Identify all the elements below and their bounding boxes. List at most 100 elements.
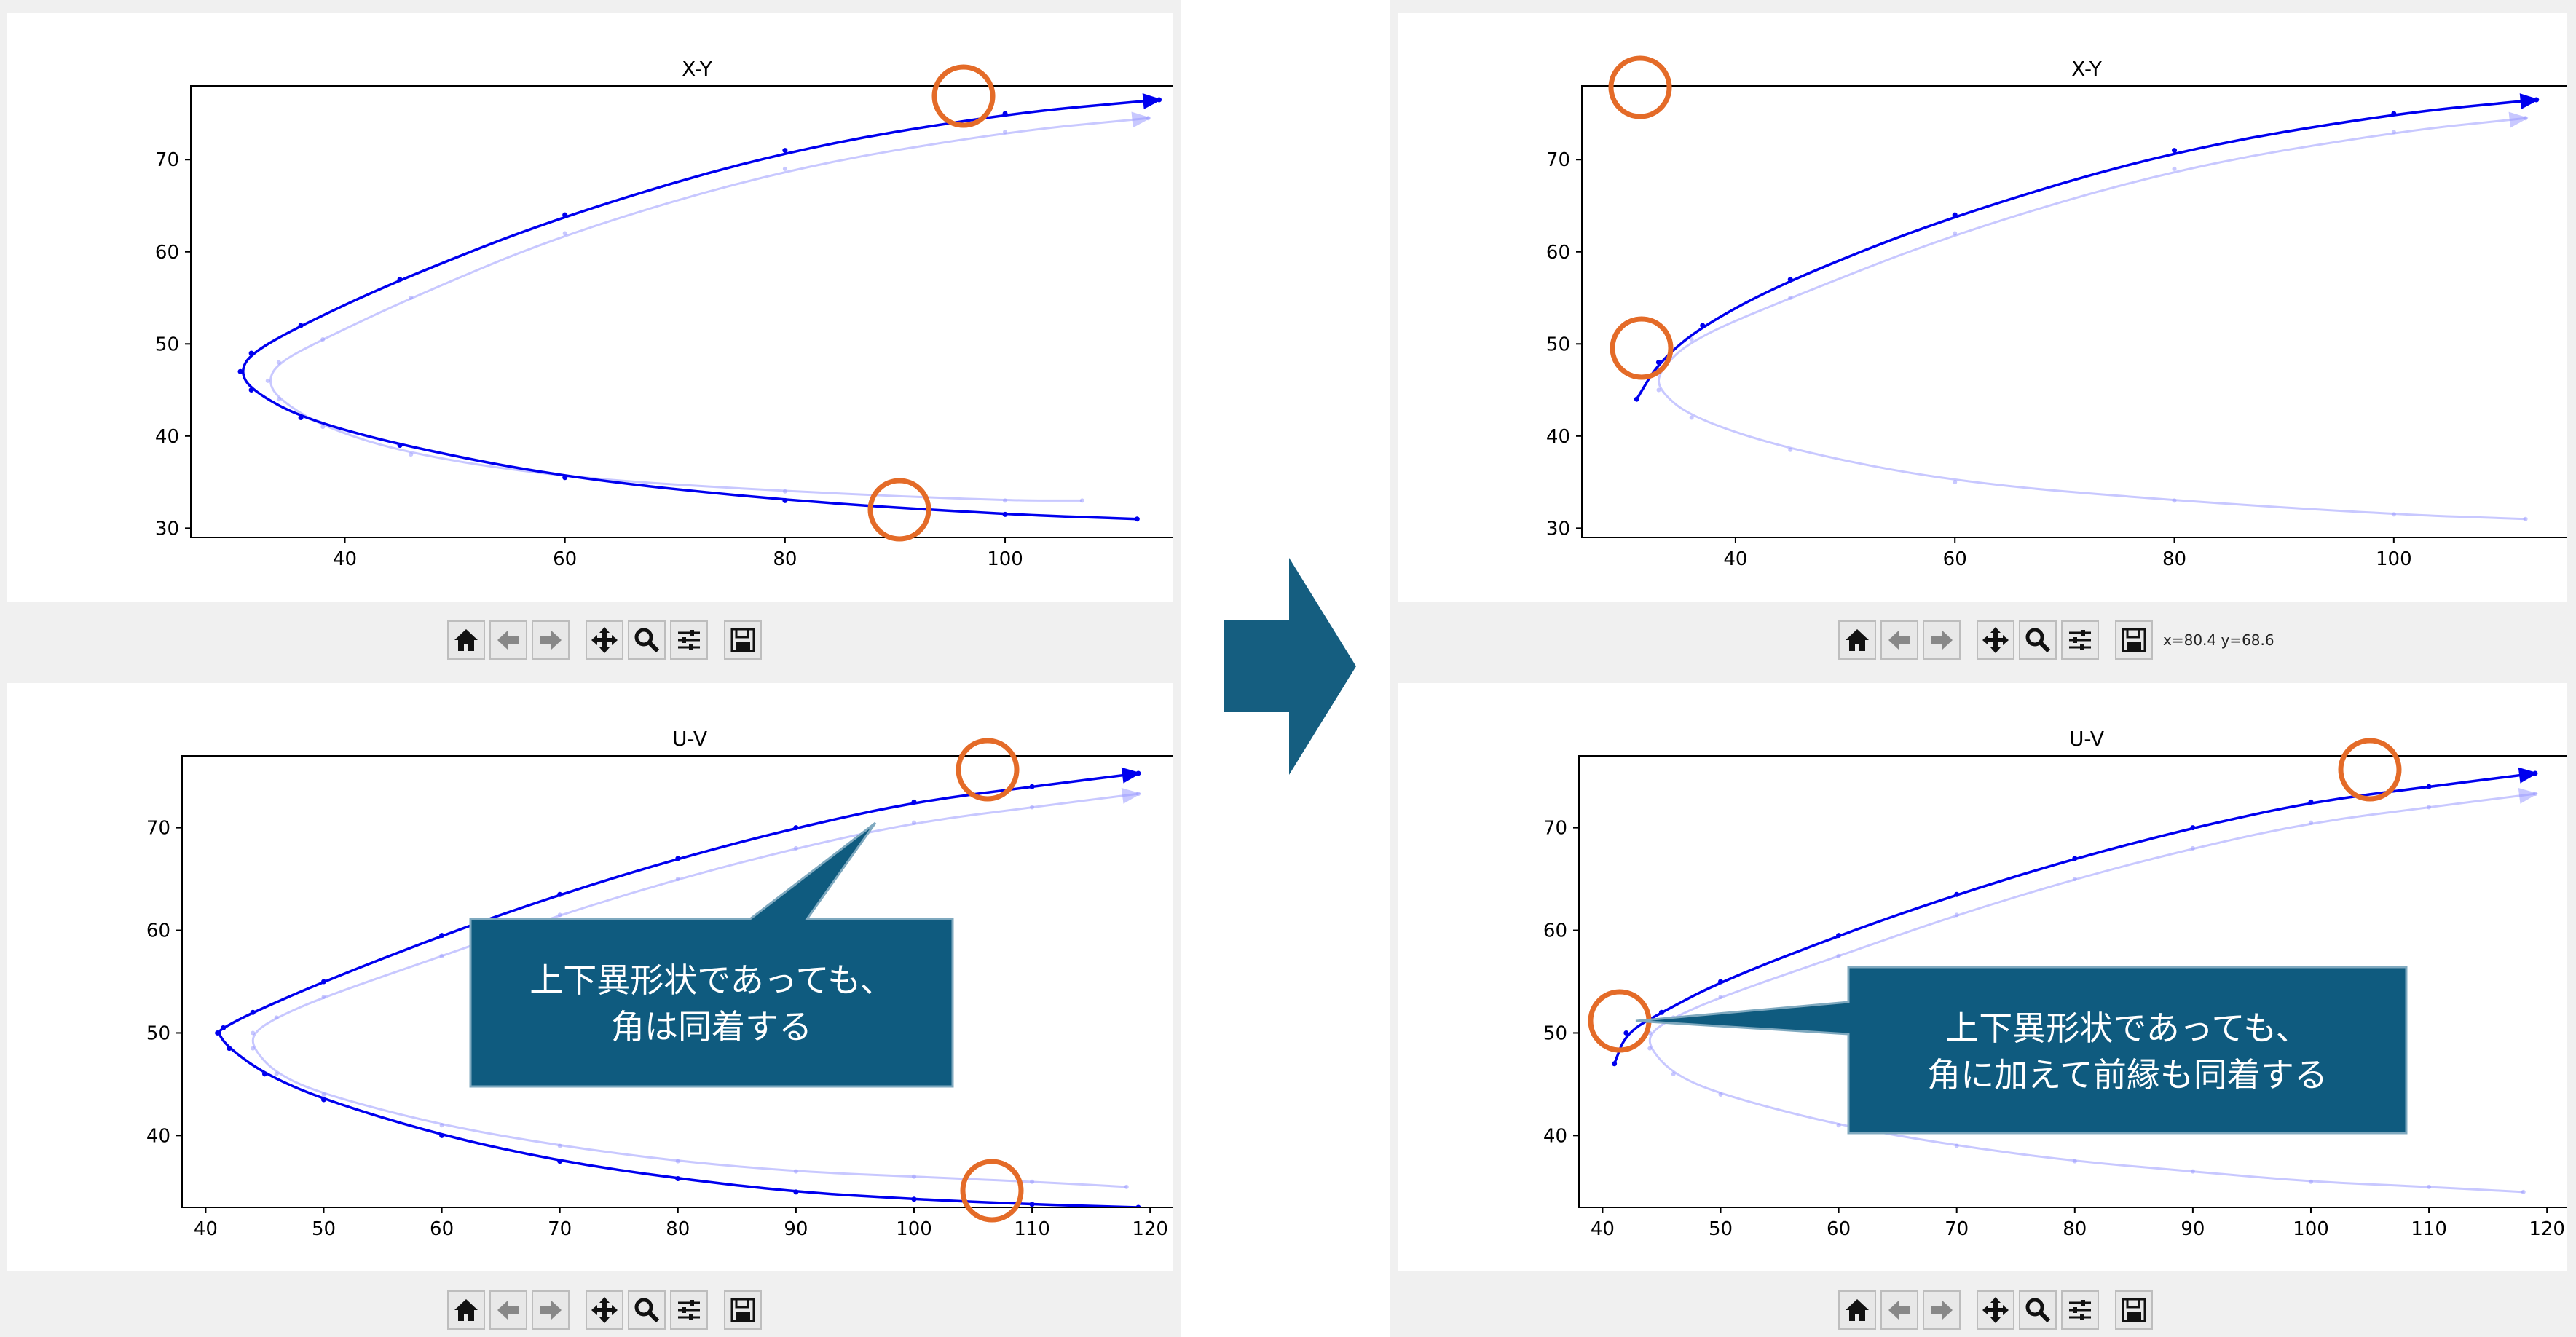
series-point (274, 1071, 279, 1076)
series-point (250, 1009, 256, 1015)
plot-right-uv[interactable]: U-V 40 50 60 70 80 90 100 110 120 40 50 60 70 (1398, 683, 2567, 1271)
back-icon (1888, 631, 1910, 650)
home-button[interactable] (447, 620, 485, 660)
series-point (1658, 1009, 1664, 1015)
back-button[interactable] (489, 620, 527, 660)
series-point (248, 387, 254, 393)
home-icon (454, 1299, 478, 1321)
series-point (276, 360, 281, 365)
series-point (298, 415, 304, 421)
configure-subplots-button[interactable] (2061, 1290, 2099, 1330)
y-tick-label: 60 (155, 242, 179, 264)
series-point (1700, 323, 1706, 328)
series-point (265, 378, 270, 383)
series-point (274, 1015, 279, 1020)
series-point (2391, 111, 2397, 117)
x-tick-label: 60 (1827, 1218, 1851, 1240)
home-button[interactable] (447, 1290, 485, 1330)
series-point (1003, 498, 1008, 503)
x-tick-label: 120 (1132, 1218, 1168, 1240)
series-point (793, 1169, 798, 1174)
zoom-button[interactable] (628, 1290, 666, 1330)
configure-subplots-button[interactable] (670, 1290, 708, 1330)
series-point (911, 799, 917, 805)
series-point (1634, 396, 1639, 402)
series-point (320, 336, 326, 342)
series-point (298, 323, 304, 328)
x-tick-label: 100 (2293, 1218, 2329, 1240)
series-point (237, 368, 243, 374)
plot-right-xy[interactable]: X-Y 40 60 80 100 30 40 50 60 70 (1398, 13, 2567, 602)
y-tick-label: 70 (146, 818, 170, 840)
series-point (782, 166, 787, 171)
y-tick-label: 50 (155, 334, 179, 355)
series-point (911, 820, 916, 825)
pan-icon (591, 627, 618, 653)
figure-right-uv: U-V 40 50 60 70 80 90 100 110 120 40 50 60 70 (1398, 683, 2567, 1271)
save-button[interactable] (724, 620, 762, 660)
pan-button[interactable] (586, 1290, 623, 1330)
pan-button[interactable] (1977, 1290, 2014, 1330)
series-point (320, 425, 326, 430)
back-icon (497, 1301, 519, 1320)
x-tick-label: 80 (2162, 548, 2186, 570)
series-point (321, 1097, 327, 1103)
series-point (782, 148, 788, 154)
y-tick-label: 70 (1543, 818, 1567, 840)
x-tick-label: 110 (2411, 1218, 2447, 1240)
x-tick-label: 100 (2376, 548, 2412, 570)
pan-button[interactable] (1977, 620, 2014, 660)
configure-subplots-button[interactable] (670, 620, 708, 660)
series-point (2427, 1184, 2432, 1189)
zoom-button[interactable] (628, 620, 666, 660)
forward-button[interactable] (532, 1290, 570, 1330)
zoom-button[interactable] (2019, 620, 2057, 660)
x-tick-label: 40 (333, 548, 357, 570)
forward-button[interactable] (1923, 1290, 1961, 1330)
series-point (321, 979, 327, 985)
back-button[interactable] (489, 1290, 527, 1330)
forward-button[interactable] (532, 620, 570, 660)
callout-right-line1: 上下異形状であっても、 (1945, 1009, 2309, 1048)
series-point (1671, 1015, 1676, 1020)
callout-left-line2: 角は同着する (611, 1007, 812, 1046)
forward-button[interactable] (1923, 620, 1961, 660)
save-button[interactable] (724, 1290, 762, 1330)
back-button[interactable] (1880, 620, 1918, 660)
save-button[interactable] (2115, 620, 2153, 660)
series-point (782, 497, 788, 503)
series-point (1671, 1071, 1676, 1076)
zoom-icon (2025, 1298, 2051, 1323)
back-button[interactable] (1880, 1290, 1918, 1330)
series-point (1836, 1123, 1841, 1128)
series-point (557, 1143, 562, 1148)
x-tick-label: 100 (987, 548, 1023, 570)
configure-subplots-button[interactable] (2061, 620, 2099, 660)
back-icon (497, 631, 519, 650)
series-point (2308, 799, 2314, 805)
series-point (1003, 130, 1008, 135)
home-button[interactable] (1838, 620, 1876, 660)
plot-left-xy[interactable]: X-Y 40 60 80 100 30 40 50 60 70 (7, 13, 1173, 602)
zoom-button[interactable] (2019, 1290, 2057, 1330)
save-button[interactable] (2115, 1290, 2153, 1330)
series-point (1954, 891, 1960, 897)
pan-icon (1982, 627, 2009, 653)
series-point (1788, 447, 1793, 452)
series-point (1002, 511, 1008, 517)
pan-button[interactable] (586, 620, 623, 660)
series-point (409, 452, 414, 457)
series-point (1655, 360, 1661, 366)
series-point (1030, 805, 1035, 810)
series-point (2190, 845, 2195, 851)
save-icon (730, 628, 755, 652)
x-tick-label: 80 (773, 548, 797, 570)
save-icon (2122, 1298, 2146, 1322)
axes-frame (190, 85, 1173, 538)
series-point (675, 856, 681, 861)
x-tick-label: 60 (553, 548, 577, 570)
home-button[interactable] (1838, 1290, 1876, 1330)
configure-subplots-icon (678, 630, 700, 650)
series-point (251, 1030, 256, 1036)
toolbar-right-uv (1838, 1287, 2157, 1333)
